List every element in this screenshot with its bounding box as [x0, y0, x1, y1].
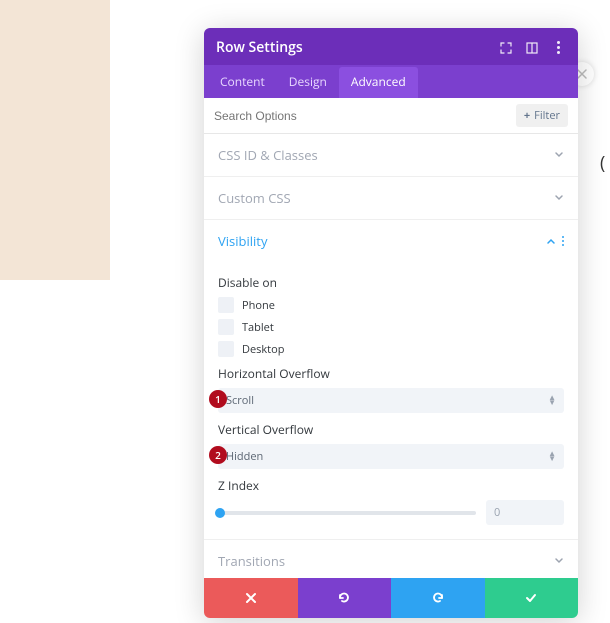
cancel-button[interactable]: [204, 578, 298, 618]
search-row: + Filter: [204, 98, 578, 134]
chevron-down-icon: [554, 193, 564, 203]
save-button[interactable]: [485, 578, 579, 618]
disable-on-desktop[interactable]: Desktop: [218, 341, 564, 357]
updown-icon: ▲▼: [548, 396, 556, 406]
chevron-down-icon: [554, 150, 564, 160]
z-index-slider[interactable]: [218, 511, 476, 515]
disable-on-label: Disable on: [218, 274, 564, 291]
section-custom-css[interactable]: Custom CSS: [204, 177, 578, 220]
disable-on-phone[interactable]: Phone: [218, 297, 564, 313]
vertical-overflow-label: Vertical Overflow: [218, 421, 564, 438]
section-visibility[interactable]: Visibility: [204, 220, 578, 262]
annotation-badge-2: 2: [209, 446, 227, 464]
checkbox[interactable]: [218, 341, 234, 357]
tab-design[interactable]: Design: [277, 65, 339, 98]
more-icon[interactable]: [550, 40, 566, 56]
visibility-body: Disable on Phone Tablet Desktop Horizont…: [204, 262, 578, 539]
filter-label: Filter: [534, 108, 560, 123]
row-settings-panel: Row Settings Content Design Advanced + F…: [204, 28, 578, 618]
horizontal-overflow-select[interactable]: Scroll ▲▼: [218, 388, 564, 413]
header: Row Settings Content Design Advanced: [204, 28, 578, 98]
disable-on-tablet[interactable]: Tablet: [218, 319, 564, 335]
checkbox[interactable]: [218, 297, 234, 313]
filter-button[interactable]: + Filter: [516, 104, 568, 127]
tab-advanced[interactable]: Advanced: [339, 67, 418, 98]
panel-title: Row Settings: [216, 38, 488, 57]
redo-button[interactable]: [391, 578, 485, 618]
footer: [204, 578, 578, 618]
tab-content[interactable]: Content: [208, 65, 277, 98]
annotation-badge-1: 1: [209, 390, 227, 408]
expand-icon[interactable]: [498, 40, 514, 56]
section-transitions[interactable]: Transitions: [204, 539, 578, 578]
slider-thumb[interactable]: [215, 508, 225, 518]
section-css-id-classes[interactable]: CSS ID & Classes: [204, 134, 578, 177]
search-input[interactable]: [214, 109, 516, 123]
chevron-up-icon: [546, 236, 556, 246]
chevron-down-icon: [554, 556, 564, 566]
vertical-overflow-select[interactable]: Hidden ▲▼: [218, 444, 564, 469]
layout-icon[interactable]: [524, 40, 540, 56]
horizontal-overflow-label: Horizontal Overflow: [218, 365, 564, 382]
section-more-icon[interactable]: [562, 236, 564, 246]
z-index-value[interactable]: 0: [486, 500, 564, 525]
tabs: Content Design Advanced: [204, 65, 578, 98]
updown-icon: ▲▼: [548, 452, 556, 462]
z-index-label: Z Index: [218, 477, 564, 494]
checkbox[interactable]: [218, 319, 234, 335]
undo-button[interactable]: [298, 578, 392, 618]
